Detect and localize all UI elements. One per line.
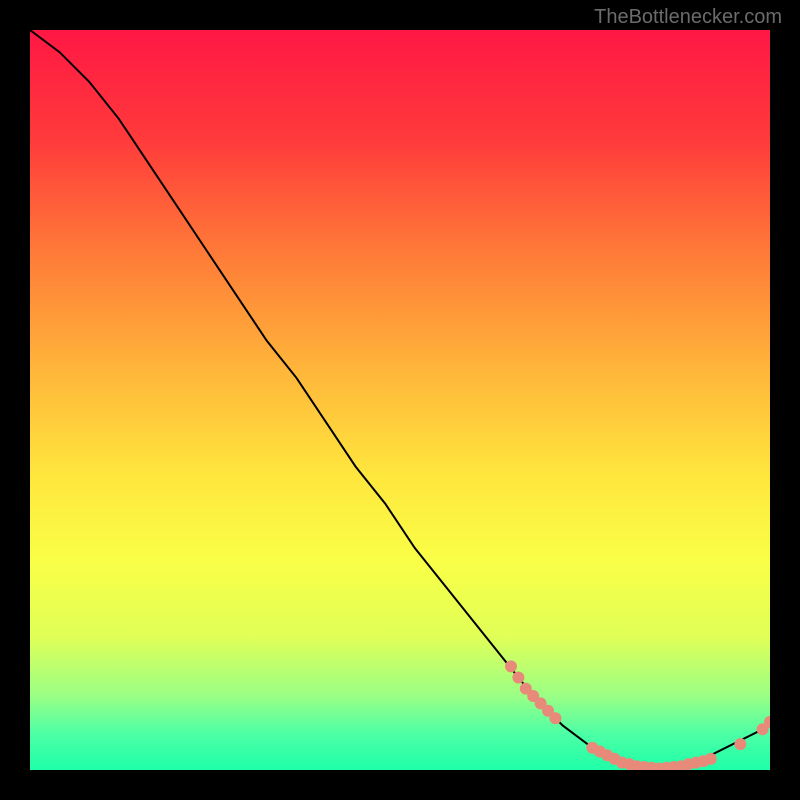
chart-svg	[30, 30, 770, 770]
chart-plot-area	[30, 30, 770, 770]
watermark-text: TheBottlenecker.com	[594, 6, 782, 29]
highlight-dot	[734, 738, 746, 750]
highlight-dots-group	[505, 660, 770, 770]
highlight-dot	[549, 712, 561, 724]
bottleneck-curve	[30, 30, 770, 770]
highlight-dot	[505, 660, 517, 672]
highlight-dot	[512, 672, 524, 684]
highlight-dot	[705, 753, 717, 765]
